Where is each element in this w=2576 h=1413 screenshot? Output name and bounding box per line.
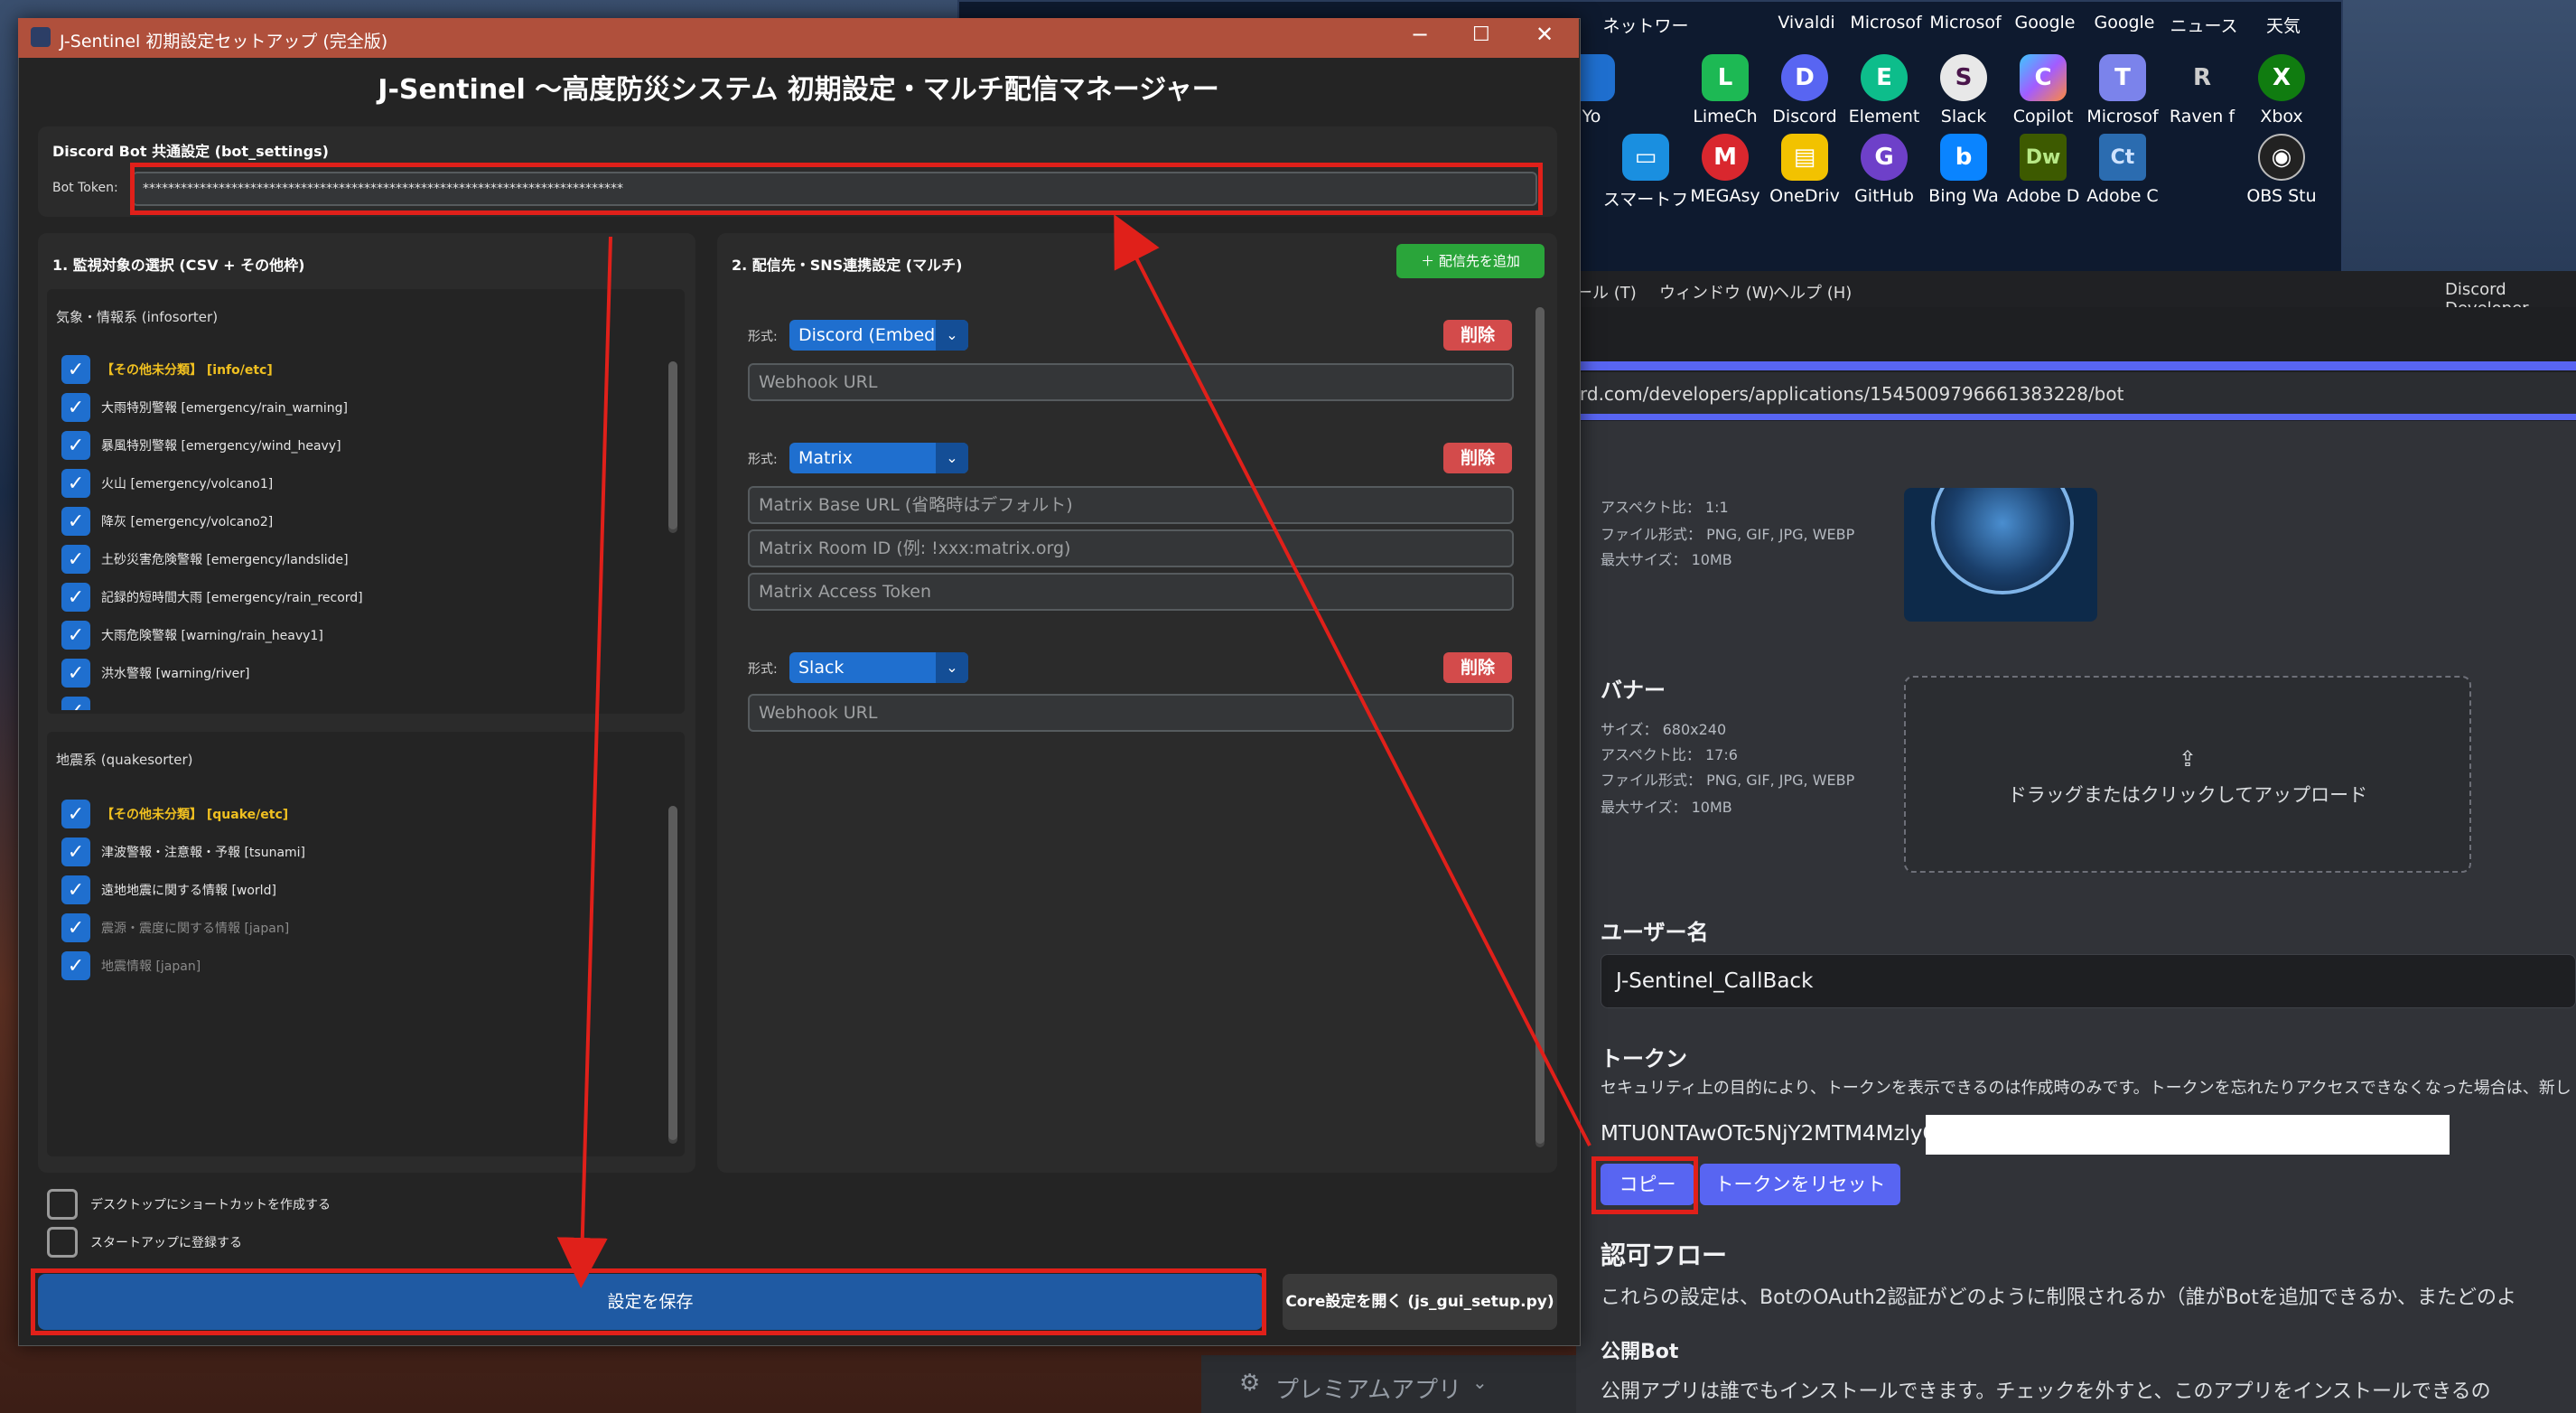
arrow-copy-to-token [1114,214,1591,1146]
arrow-token-to-save [556,236,612,1288]
annotation-arrows [556,214,1591,1288]
